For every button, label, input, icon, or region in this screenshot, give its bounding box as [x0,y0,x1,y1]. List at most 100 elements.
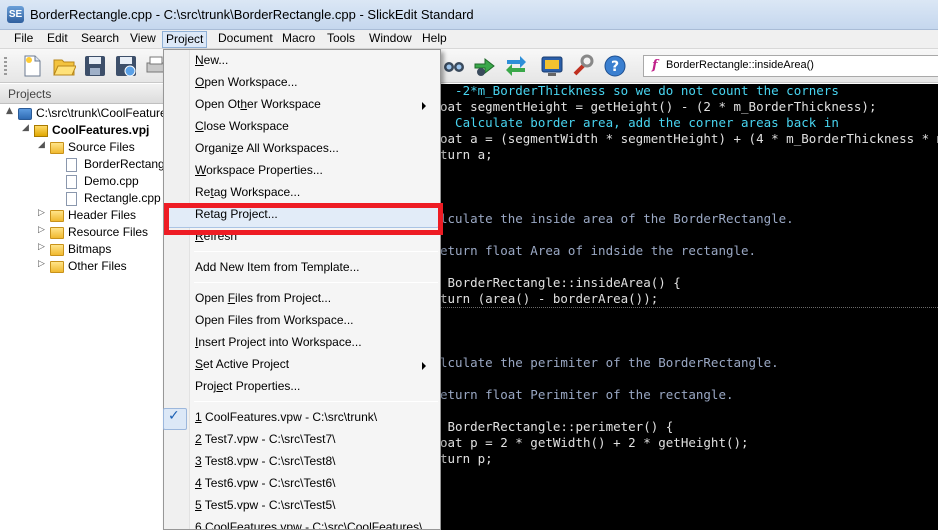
menu-help[interactable]: Help [419,31,450,48]
menu-item-open-files-from-project[interactable]: Open Files from Project... [195,291,331,311]
open-folder-icon[interactable] [52,54,76,78]
menu-item-label: Workspace Properties... [195,163,323,177]
menu-separator [194,401,438,402]
file-icon [66,158,77,172]
menu-item-close-workspace[interactable]: Close Workspace [195,119,289,139]
function-icon: f [652,58,658,73]
menu-item-2-test7-vpw-c-src-test7[interactable]: 2 Test7.vpw - C:\src\Test7\ [195,432,336,452]
go-forward-icon[interactable] [473,54,497,78]
submenu-arrow-icon [422,362,426,370]
code-line: eturn float Perimiter of the rectangle. [440,387,734,402]
menu-item-label: 3 Test8.vpw - C:\src\Test8\ [195,454,336,468]
menu-item-label: 6 CoolFeatures.vpw - C:\src\CoolFeatures… [195,520,423,530]
tree-item[interactable]: Demo.cpp [0,174,166,191]
menu-item-insert-project-into-workspace[interactable]: Insert Project into Workspace... [195,335,362,355]
tree-item-label: Other Files [68,259,127,273]
menu-search[interactable]: Search [78,31,122,48]
menu-item-add-new-item-from-template[interactable]: Add New Item from Template... [195,260,360,280]
menu-item-label: Add New Item from Template... [195,260,360,274]
menu-item-5-test5-vpw-c-src-test5[interactable]: 5 Test5.vpw - C:\src\Test5\ [195,498,336,518]
tools-icon[interactable] [571,54,595,78]
tree-expander-icon[interactable]: ◢ [22,123,32,133]
menu-item-label: Open Workspace... [195,75,298,89]
current-function-selector[interactable]: f BorderRectangle::insideArea() [643,55,938,77]
tree-item-label: Demo.cpp [84,174,139,188]
menu-bar: File Edit Search View Project Document M… [0,30,938,49]
tree-expander-icon[interactable]: ▲ [6,106,16,116]
menu-item-label: 1 CoolFeatures.vpw - C:\src\trunk\ [195,410,378,424]
screen-icon[interactable] [540,54,564,78]
menu-project[interactable]: Project [162,31,208,48]
tree-item-label: CoolFeatures.vpj [52,123,150,137]
menu-item-6-coolfeatures-vpw-c-src-coolfeatures[interactable]: 6 CoolFeatures.vpw - C:\src\CoolFeatures… [195,520,423,530]
menu-document[interactable]: Document [215,31,276,48]
menu-item-3-test8-vpw-c-src-test8[interactable]: 3 Test8.vpw - C:\src\Test8\ [195,454,336,474]
code-line: oat p = 2 * getWidth() + 2 * getHeight()… [440,435,749,450]
tree-expander-icon[interactable]: ▷ [38,242,48,252]
menu-item-new[interactable]: New... [195,53,228,73]
code-line: BorderRectangle::perimeter() { [440,419,674,434]
slickedit-app-icon[interactable]: SE [7,6,24,23]
file-icon [66,175,77,189]
menu-item-label: Organize All Workspaces... [195,141,339,155]
project-icon [34,125,48,137]
tree-item[interactable]: ▷ Header Files [0,208,166,225]
folder-icon [50,261,64,273]
tree-item-label: Rectangle.cpp [84,191,161,205]
menu-item-retag-workspace[interactable]: Retag Workspace... [195,185,300,205]
menu-item-open-workspace[interactable]: Open Workspace... [195,75,298,95]
menu-item-1-coolfeatures-vpw-c-src-trunk[interactable]: 1 CoolFeatures.vpw - C:\src\trunk\ [195,410,377,430]
tree-expander-icon[interactable]: ▷ [38,208,48,218]
workspace-icon [18,108,32,120]
tree-item[interactable]: ◢ CoolFeatures.vpj [0,123,166,140]
tree-item[interactable]: ◢ Source Files [0,140,166,157]
tree-item[interactable]: BorderRectangle.cpp [0,157,197,174]
menu-item-label: Insert Project into Workspace... [195,335,362,349]
save-icon[interactable] [83,54,107,78]
menu-file[interactable]: File [11,31,36,48]
menu-tools[interactable]: Tools [324,31,358,48]
projects-tool-window: Projects ▲ C:\src\trunk\CoolFeatures.vpw ◢… [0,84,197,530]
menu-item-4-test6-vpw-c-src-test6[interactable]: 4 Test6.vpw - C:\src\Test6\ [195,476,336,496]
current-function-label: BorderRectangle::insideArea() [666,59,814,71]
new-file-icon[interactable] [20,54,44,78]
code-line: Calculate border area, add the corner ar… [440,115,839,130]
tree-item[interactable]: ▷ Bitmaps [0,242,166,259]
menu-item-organize-all-workspaces[interactable]: Organize All Workspaces... [195,141,339,161]
menu-item-workspace-properties[interactable]: Workspace Properties... [195,163,323,183]
code-line: lculate the inside area of the BorderRec… [440,211,794,226]
help-icon[interactable]: ? [603,54,627,78]
folder-icon [50,210,64,222]
tree-expander-icon[interactable]: ◢ [38,140,48,150]
tree-item[interactable]: Rectangle.cpp [0,191,166,208]
tree-item-label: Source Files [68,140,135,154]
menu-icon-gutter [164,50,190,529]
menu-macro[interactable]: Macro [279,31,318,48]
menu-item-label: Open Files from Project... [195,291,332,305]
code-line: eturn float Area of indside the rectangl… [440,243,757,258]
menu-item-label: Close Workspace [195,119,289,133]
menu-item-project-properties[interactable]: Project Properties... [195,379,300,399]
menu-item-label: 5 Test5.vpw - C:\src\Test5\ [195,498,336,512]
tree-expander-icon[interactable]: ▷ [38,225,48,235]
tree-item[interactable]: ▷ Resource Files [0,225,166,242]
menu-item-set-active-project[interactable]: Set Active Project [195,357,426,377]
menu-edit[interactable]: Edit [44,31,71,48]
save-all-icon[interactable] [114,54,138,78]
tree-item[interactable]: ▲ C:\src\trunk\CoolFeatures.vpw [0,106,197,123]
submenu-arrow-icon [422,102,426,110]
tree-item[interactable]: ▷ Other Files [0,259,166,276]
menu-item-open-other-workspace[interactable]: Open Other Workspace [195,97,426,117]
toolbar-grip[interactable] [4,57,7,75]
tree-item-label: Bitmaps [68,242,112,256]
replace-icon[interactable] [504,54,528,78]
menu-view[interactable]: View [127,31,159,48]
retag-project-annotation-box [164,203,443,235]
checkmark-icon: ✓ [168,408,180,424]
menu-item-label: 4 Test6.vpw - C:\src\Test6\ [195,476,336,490]
find-icon[interactable] [442,54,466,78]
menu-item-open-files-from-workspace[interactable]: Open Files from Workspace... [195,313,354,333]
menu-window[interactable]: Window [366,31,415,48]
code-line: oat a = (segmentWidth * segmentHeight) +… [440,131,938,146]
tree-expander-icon[interactable]: ▷ [38,259,48,269]
